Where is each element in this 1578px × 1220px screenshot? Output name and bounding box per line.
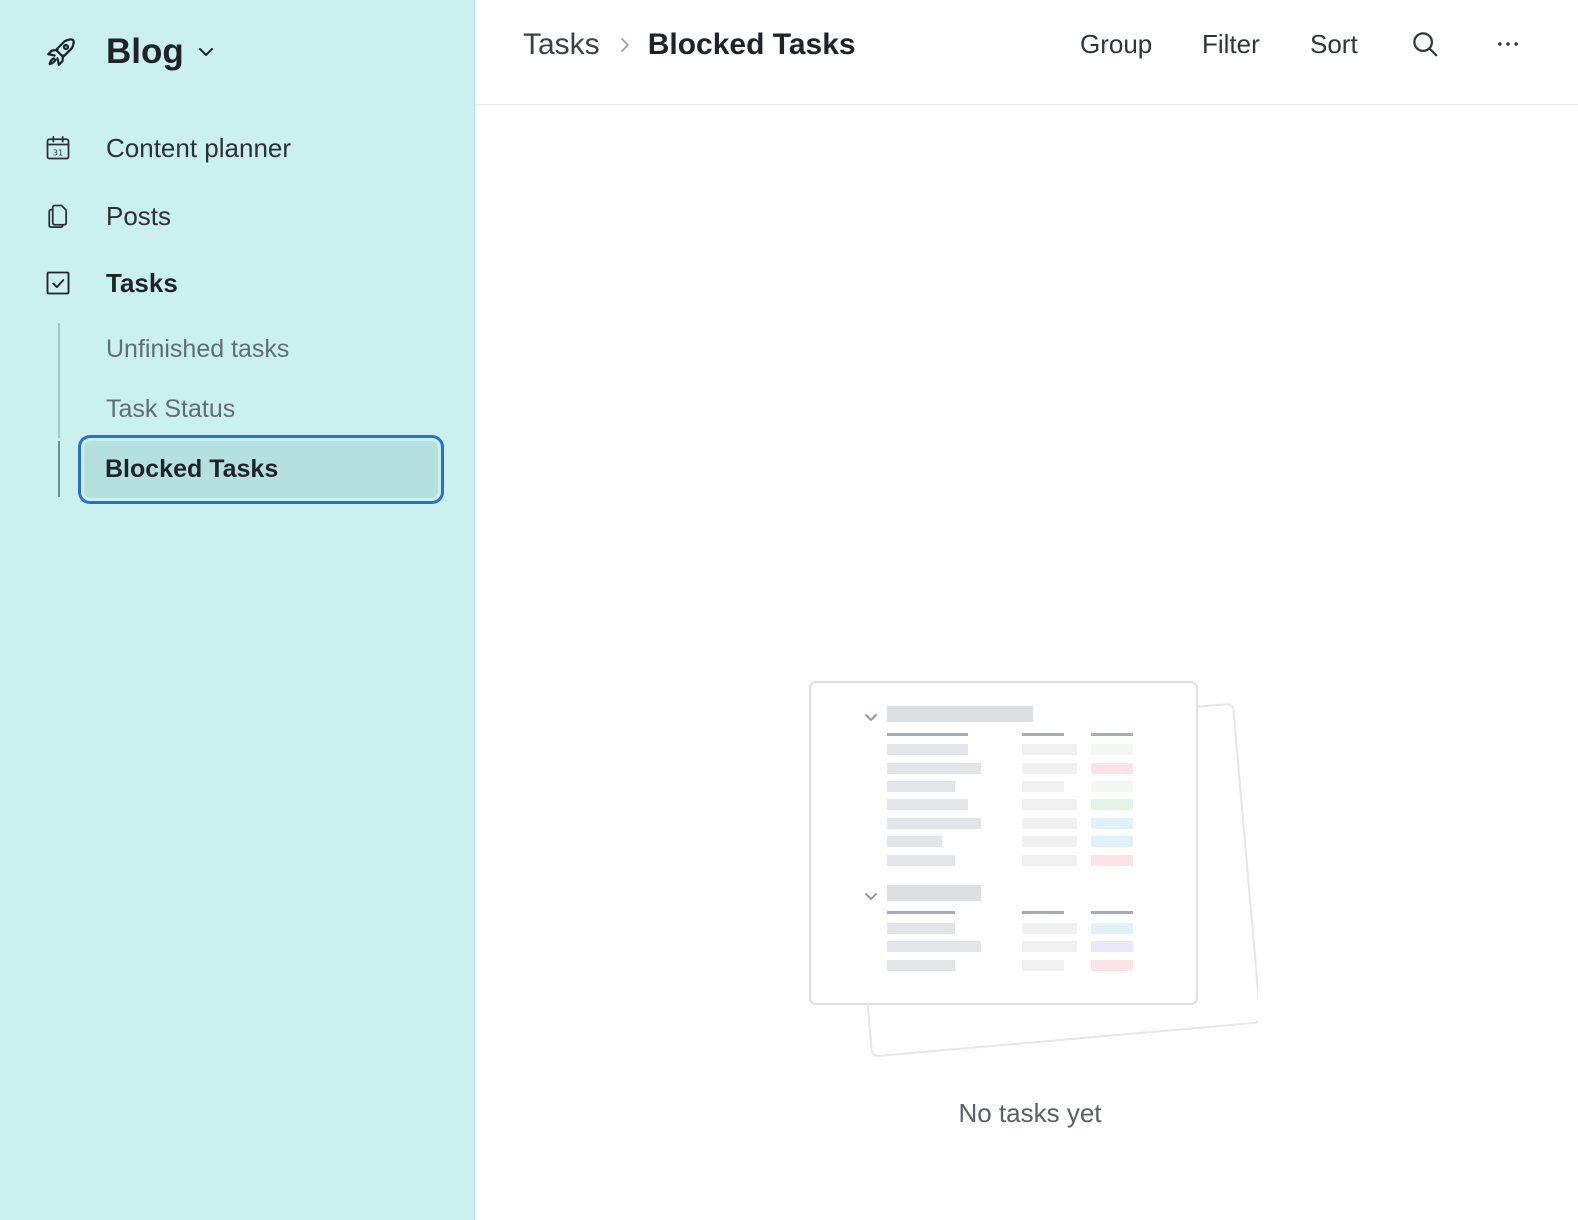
filter-button[interactable]: Filter: [1202, 26, 1260, 62]
workspace-switcher[interactable]: Blog: [44, 30, 216, 74]
sidebar-item-content-planner[interactable]: 31 Content planner: [44, 126, 291, 170]
sidebar-item-label: Tasks: [106, 267, 178, 298]
search-icon[interactable]: [1407, 26, 1443, 62]
sidebar: Blog 31 Content planner Posts Tasks Unfi…: [0, 0, 475, 1220]
breadcrumb: Tasks Blocked Tasks: [523, 25, 856, 65]
subnav-active-line: [58, 441, 60, 497]
table-placeholder-illustration: [808, 680, 1262, 1060]
sort-button[interactable]: Sort: [1310, 26, 1358, 62]
documents-icon: [44, 202, 72, 230]
group-button[interactable]: Group: [1080, 26, 1152, 62]
sidebar-subitem-label: Blocked Tasks: [84, 441, 438, 498]
svg-text:31: 31: [53, 148, 63, 158]
more-horizontal-icon[interactable]: [1490, 26, 1526, 62]
sidebar-subitem-unfinished-tasks[interactable]: Unfinished tasks: [106, 335, 289, 364]
workspace-name: Blog: [106, 32, 184, 71]
page-header: Tasks Blocked Tasks Group Filter Sort: [475, 0, 1578, 105]
subnav-guide-line: [58, 323, 60, 438]
breadcrumb-parent[interactable]: Tasks: [523, 28, 600, 62]
sidebar-item-label: Content planner: [106, 132, 292, 163]
sidebar-subitem-task-status[interactable]: Task Status: [106, 395, 235, 424]
sidebar-item-label: Posts: [106, 200, 172, 231]
checkbox-icon: [44, 269, 72, 297]
chevron-down-icon: [196, 42, 216, 62]
chevron-right-icon: [618, 35, 632, 55]
sidebar-item-posts[interactable]: Posts: [44, 194, 171, 238]
sidebar-subitem-blocked-tasks[interactable]: Blocked Tasks: [78, 435, 444, 504]
rocket-icon: [44, 35, 78, 69]
sidebar-item-tasks[interactable]: Tasks: [44, 261, 178, 305]
calendar-icon: 31: [44, 134, 72, 162]
page-title: Blocked Tasks: [647, 28, 856, 61]
empty-state-message: No tasks yet: [958, 1098, 1102, 1128]
